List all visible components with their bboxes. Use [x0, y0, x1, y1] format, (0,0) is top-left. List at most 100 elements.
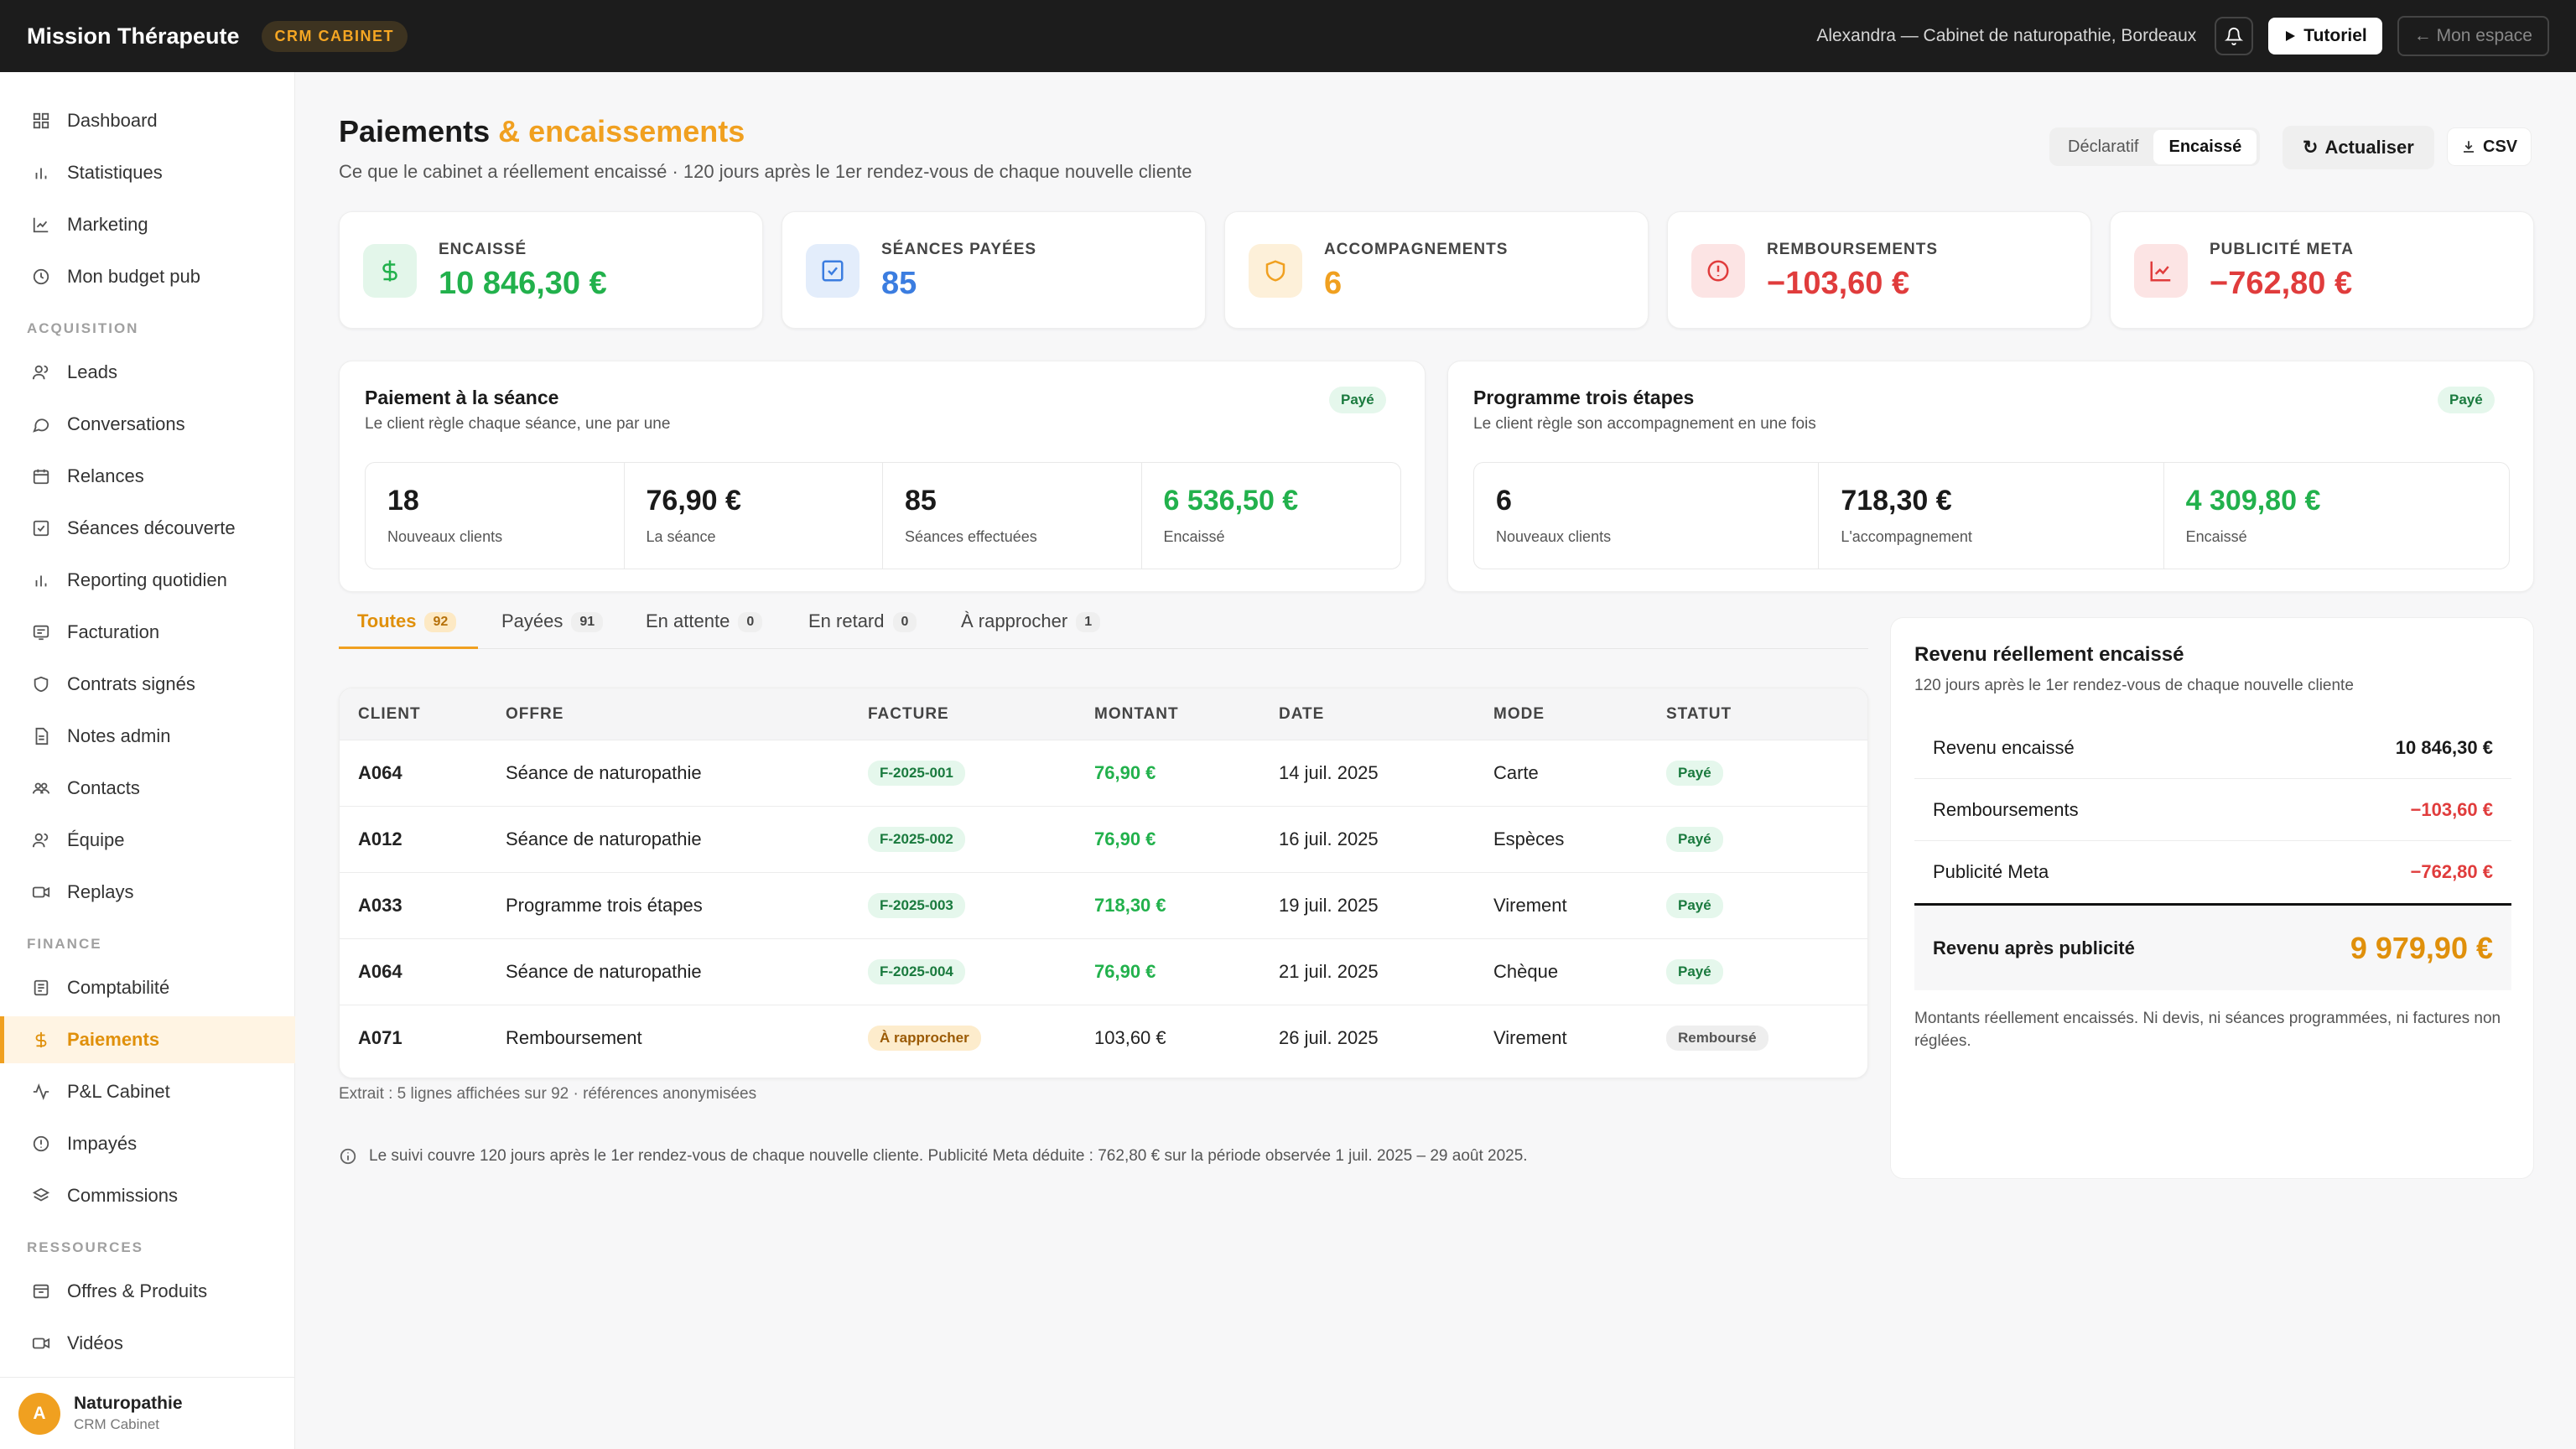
cell-montant: 76,90 €	[1094, 961, 1156, 982]
card-title: Paiement à la séance	[365, 387, 559, 408]
col-client[interactable]: CLIENT	[358, 705, 421, 724]
invoice-chip[interactable]: F-2025-002	[868, 827, 965, 852]
alert-circle-icon	[1691, 244, 1745, 298]
tab-count: 91	[571, 612, 604, 632]
activity-icon	[30, 1081, 52, 1103]
document-icon	[30, 725, 52, 747]
cell-montant: 76,90 €	[1094, 762, 1156, 783]
bell-icon	[2225, 28, 2244, 45]
cell-date: 26 juil. 2025	[1279, 1027, 1379, 1048]
cell-offre: Programme trois étapes	[506, 895, 703, 916]
tab-en-retard[interactable]: En retard 0	[808, 610, 917, 649]
sidebar-item-notes-admin[interactable]: Notes admin	[0, 713, 295, 760]
col-facture[interactable]: FACTURE	[868, 705, 949, 724]
bar-chart-icon	[30, 569, 52, 591]
col-date[interactable]: DATE	[1279, 705, 1324, 724]
sidebar-item-statistiques[interactable]: Statistiques	[0, 149, 295, 196]
notifications-button[interactable]	[2215, 17, 2254, 55]
sidebar-item-comptabilite[interactable]: Comptabilité	[0, 964, 295, 1011]
table-row[interactable]: A064 Séance de naturopathie F-2025-001 7…	[340, 740, 1867, 807]
col-mode[interactable]: MODE	[1493, 705, 1545, 724]
kpi-value: 6	[1324, 266, 1343, 301]
section-finance: FINANCE	[27, 936, 102, 952]
sidebar-item-budget-pub[interactable]: Mon budget pub	[0, 253, 295, 300]
sidebar-item-conversations[interactable]: Conversations	[0, 401, 295, 448]
sidebar-item-seances-decouverte[interactable]: Séances découverte	[0, 505, 295, 552]
toggle-declaratif[interactable]: Déclaratif	[2053, 130, 2153, 164]
tab-en-attente[interactable]: En attente 0	[646, 610, 763, 649]
payments-table: CLIENT OFFRE FACTURE MONTANT DATE MODE S…	[339, 688, 1868, 1078]
col-offre[interactable]: OFFRE	[506, 705, 564, 724]
sidebar-item-paiements[interactable]: Paiements	[0, 1016, 295, 1063]
sidebar-item-relances[interactable]: Relances	[0, 453, 295, 500]
tab-a-rapprocher[interactable]: À rapprocher 1	[961, 610, 1101, 649]
table-row[interactable]: A071 Remboursement À rapprocher 103,60 €…	[340, 1005, 1867, 1072]
cell-client: A033	[358, 895, 402, 916]
sidebar-item-label: Reporting quotidien	[67, 569, 227, 590]
tutorial-button[interactable]: Tutoriel	[2268, 18, 2382, 55]
sidebar-item-offres[interactable]: Offres & Produits	[0, 1268, 295, 1315]
kpi-encaisse: ENCAISSÉ 10 846,30 €	[339, 211, 763, 329]
check-square-icon	[30, 517, 52, 539]
invoice-chip[interactable]: F-2025-003	[868, 893, 965, 918]
section-acquisition: ACQUISITION	[27, 320, 139, 336]
workspace-name: Naturopathie	[74, 1394, 183, 1413]
kpi-seances-payees: SÉANCES PAYÉES 85	[782, 211, 1206, 329]
sidebar-item-leads[interactable]: Leads	[0, 349, 295, 396]
sidebar-item-commissions[interactable]: Commissions	[0, 1172, 295, 1219]
reconcile-chip[interactable]: À rapprocher	[868, 1026, 981, 1051]
sidebar-item-reporting[interactable]: Reporting quotidien	[0, 557, 295, 604]
sidebar-item-pl-cabinet[interactable]: P&L Cabinet	[0, 1068, 295, 1115]
tab-payees[interactable]: Payées 91	[501, 610, 604, 649]
workspace-switcher[interactable]: A Naturopathie CRM Cabinet	[0, 1377, 295, 1449]
crm-badge: CRM CABINET	[261, 20, 408, 52]
sidebar-item-label: Séances découverte	[67, 517, 236, 538]
cell-offre: Séance de naturopathie	[506, 762, 702, 783]
cell-client: A071	[358, 1027, 402, 1048]
sidebar-item-marketing[interactable]: Marketing	[0, 201, 295, 248]
status-badge: Payé	[1666, 827, 1723, 852]
brand-logo[interactable]: Mission Thérapeute	[27, 23, 240, 49]
my-space-button[interactable]: ← Mon espace	[2397, 16, 2549, 56]
stat-label: Séances effectuées	[905, 528, 1037, 545]
sidebar-item-dashboard[interactable]: Dashboard	[0, 97, 295, 144]
csv-export-button[interactable]: CSV	[2447, 127, 2532, 166]
invoice-icon	[30, 621, 52, 643]
page-title: Paiements & encaissements	[339, 114, 745, 149]
cell-date: 19 juil. 2025	[1279, 895, 1379, 916]
workspace-sub: CRM Cabinet	[74, 1416, 160, 1432]
tab-toutes[interactable]: Toutes 92	[339, 610, 478, 649]
sidebar-item-label: Notes admin	[67, 725, 171, 746]
sidebar-item-facturation[interactable]: Facturation	[0, 609, 295, 656]
sidebar-item-impayes[interactable]: Impayés	[0, 1120, 295, 1167]
kpi-label: REMBOURSEMENTS	[1767, 241, 1939, 258]
col-statut[interactable]: STATUT	[1666, 705, 1732, 724]
tab-label: À rapprocher	[961, 610, 1068, 631]
dollar-icon	[363, 244, 417, 298]
row-label: Publicité Meta	[1933, 861, 2049, 882]
sidebar-item-videos[interactable]: Vidéos	[0, 1320, 295, 1367]
row-value: 10 846,30 €	[2395, 736, 2493, 758]
refresh-button[interactable]: ↻ Actualiser	[2283, 126, 2434, 169]
sidebar-item-replays[interactable]: Replays	[0, 869, 295, 916]
cell-offre: Remboursement	[506, 1027, 642, 1048]
kpi-label: ACCOMPAGNEMENTS	[1324, 241, 1509, 258]
sidebar-item-label: Replays	[67, 881, 134, 902]
col-montant[interactable]: MONTANT	[1094, 705, 1179, 724]
sidebar-item-contrats[interactable]: Contrats signés	[0, 661, 295, 708]
invoice-chip[interactable]: F-2025-001	[868, 761, 965, 786]
invoice-chip[interactable]: F-2025-004	[868, 959, 965, 984]
status-badge: Payé	[1666, 959, 1723, 984]
sidebar-item-contacts[interactable]: Contacts	[0, 765, 295, 812]
sidebar-item-label: Dashboard	[67, 110, 158, 131]
table-row[interactable]: A012 Séance de naturopathie F-2025-002 7…	[340, 807, 1867, 873]
table-row[interactable]: A064 Séance de naturopathie F-2025-004 7…	[340, 939, 1867, 1005]
stat-prix-seance: 76,90 € La séance	[625, 463, 883, 569]
revenue-row-publicite: Publicité Meta −762,80 €	[1914, 841, 2511, 903]
sidebar-item-equipe[interactable]: Équipe	[0, 817, 295, 864]
table-row[interactable]: A033 Programme trois étapes F-2025-003 7…	[340, 873, 1867, 939]
stat-nouveaux-clients: 18 Nouveaux clients	[366, 463, 625, 569]
table-extract-note: Extrait : 5 lignes affichées sur 92 · ré…	[339, 1085, 757, 1103]
revenue-row-remboursements: Remboursements −103,60 €	[1914, 779, 2511, 841]
toggle-encaisse[interactable]: Encaissé	[2153, 129, 2257, 164]
